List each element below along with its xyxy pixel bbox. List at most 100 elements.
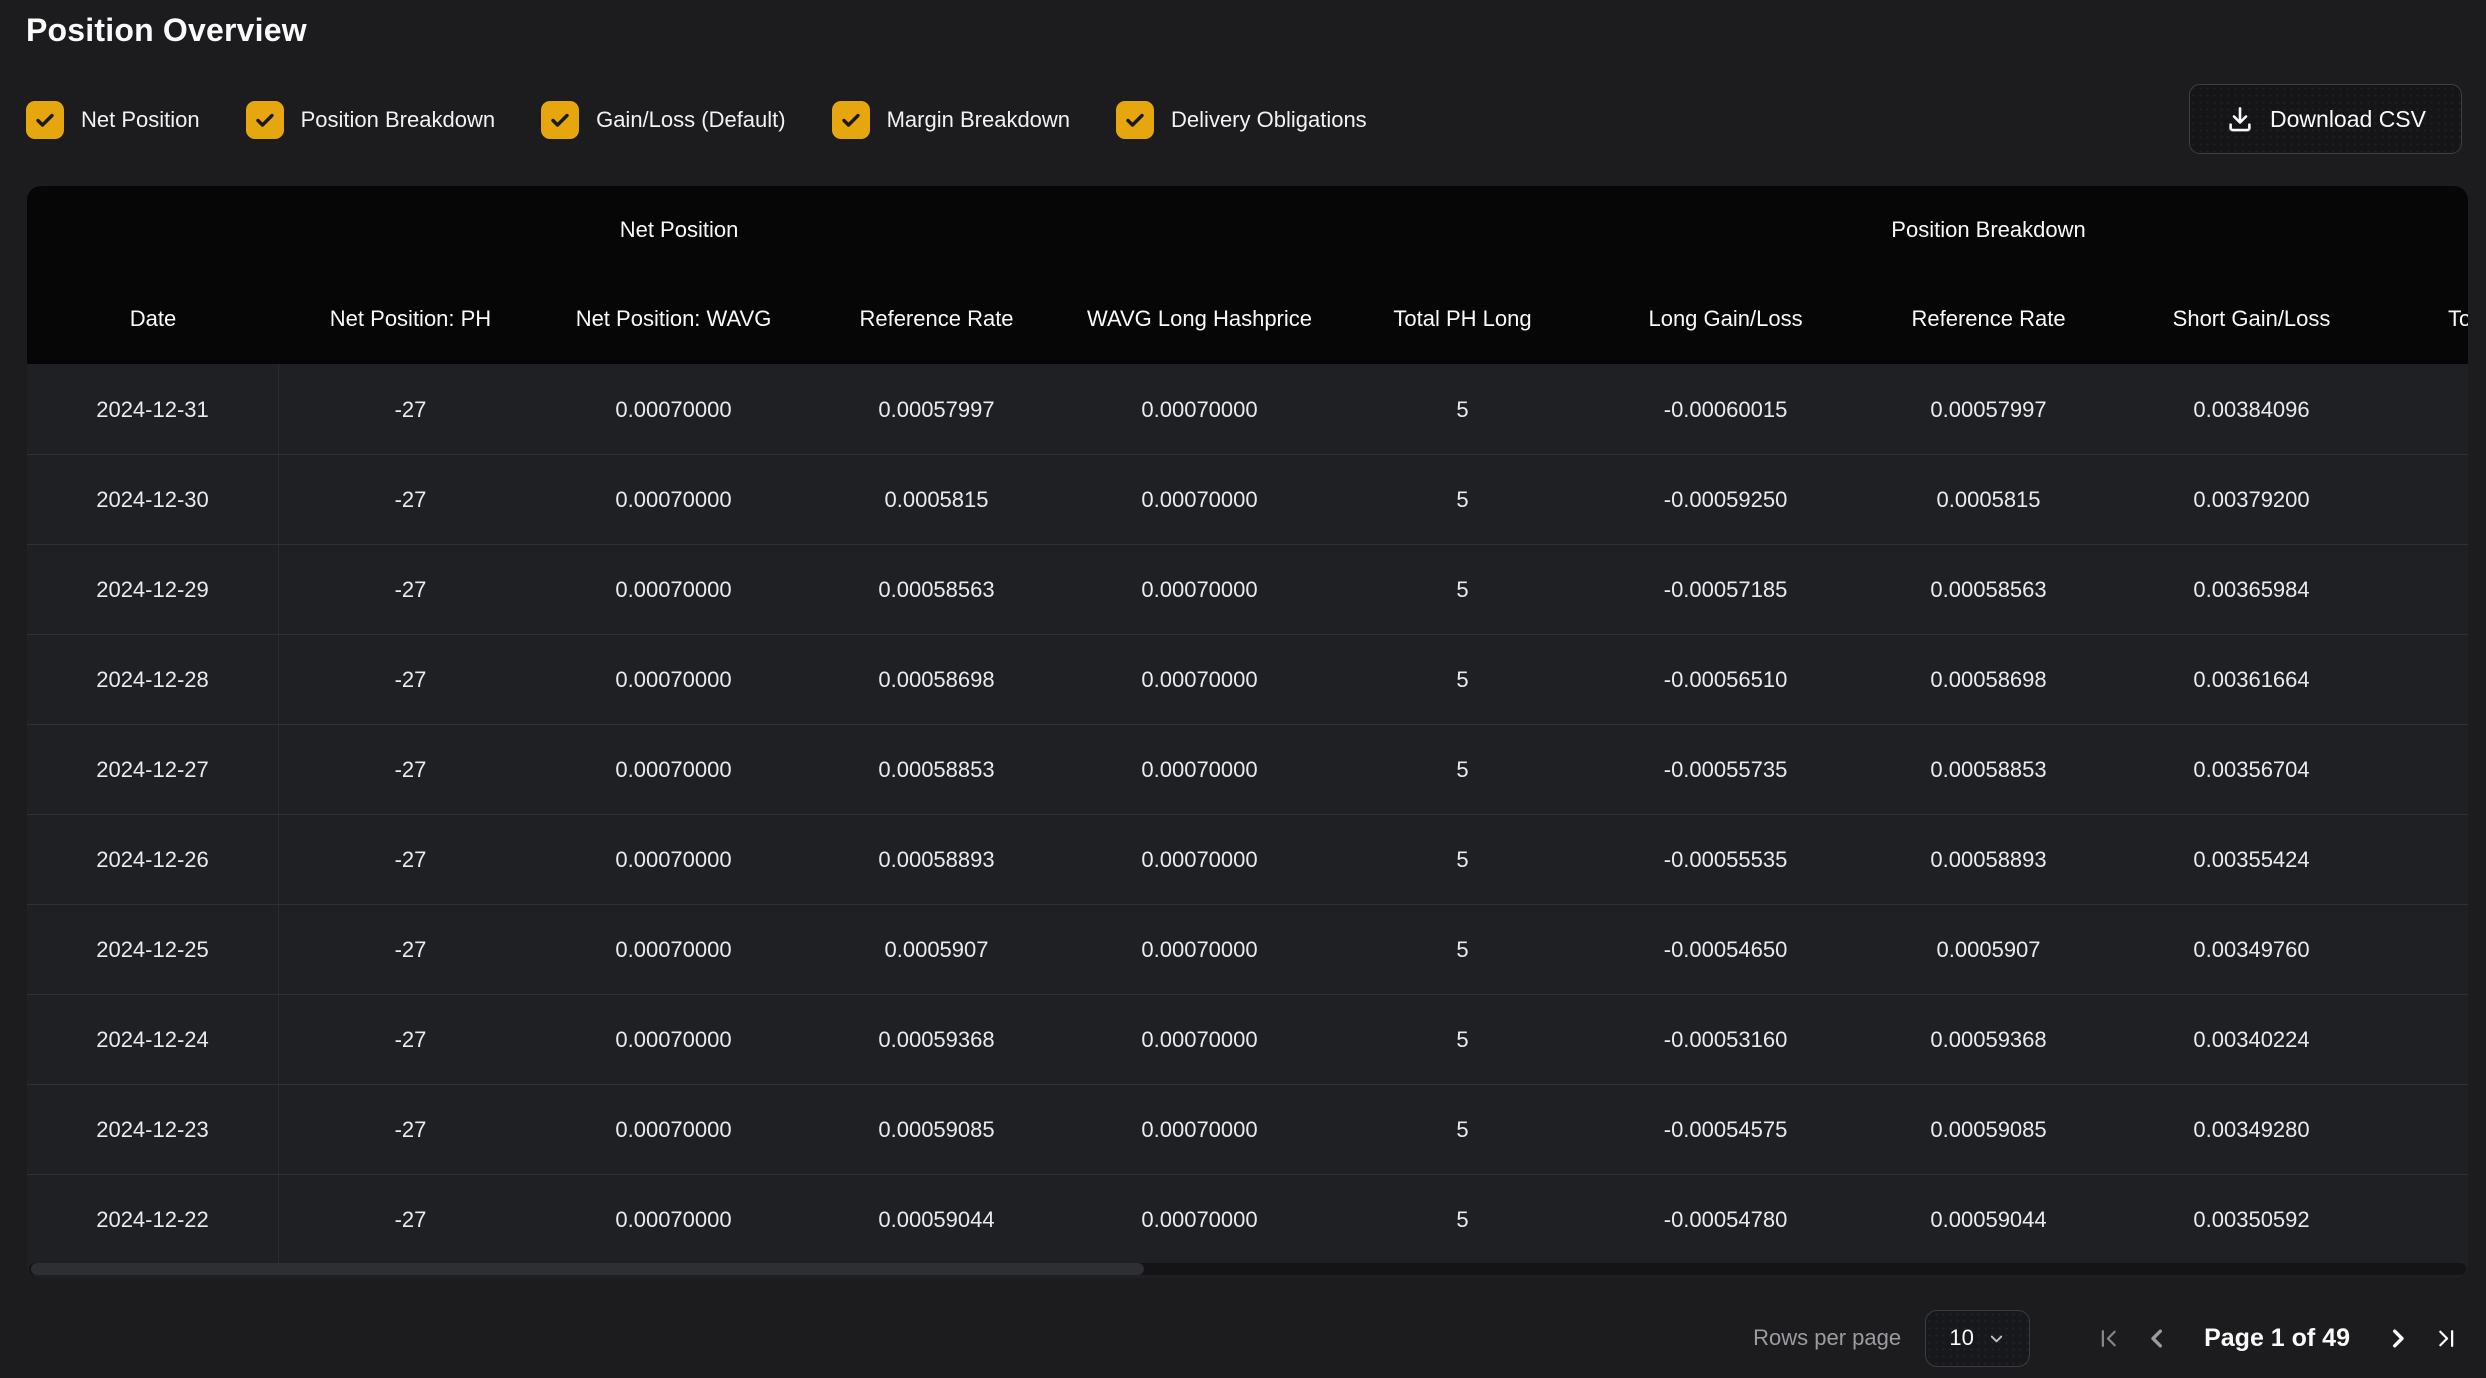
value-cell: 0.00058853 xyxy=(1857,724,2120,814)
checked-checkbox-icon[interactable] xyxy=(541,101,579,139)
column-header-reference-rate-2: Reference Rate xyxy=(1857,274,2120,364)
value-cell: -27 xyxy=(279,544,542,634)
value-cell xyxy=(2383,1084,2468,1174)
table-row: 2024-12-25-270.000700000.00059070.000700… xyxy=(27,904,2468,994)
value-cell: 5 xyxy=(1331,364,1594,454)
checkbox-position-breakdown[interactable]: Position Breakdown xyxy=(246,101,495,139)
value-cell: 0.00070000 xyxy=(1068,814,1331,904)
value-cell: 0.00070000 xyxy=(542,724,805,814)
value-cell: 5 xyxy=(1331,724,1594,814)
horizontal-scrollbar-thumb[interactable] xyxy=(31,1263,1144,1275)
value-cell: 0.00058563 xyxy=(805,544,1068,634)
value-cell: -0.00060015 xyxy=(1594,364,1857,454)
value-cell: 0.00379200 xyxy=(2120,454,2383,544)
value-cell xyxy=(2383,364,2468,454)
value-cell: 0.00070000 xyxy=(1068,1084,1331,1174)
value-cell: -0.00054780 xyxy=(1594,1174,1857,1264)
checked-checkbox-icon[interactable] xyxy=(26,101,64,139)
column-header-short-gain-loss: Short Gain/Loss xyxy=(2120,274,2383,364)
column-group-header-row: Net Position Position Breakdown xyxy=(27,186,2468,274)
last-page-button[interactable] xyxy=(2432,1324,2460,1352)
checked-checkbox-icon[interactable] xyxy=(832,101,870,139)
first-page-icon xyxy=(2095,1325,2122,1352)
value-cell: 0.00361664 xyxy=(2120,634,2383,724)
value-cell: 0.00059368 xyxy=(805,994,1068,1084)
table-body: 2024-12-31-270.000700000.000579970.00070… xyxy=(27,364,2468,1264)
download-icon xyxy=(2225,104,2255,134)
checkbox-delivery-obligations[interactable]: Delivery Obligations xyxy=(1116,101,1367,139)
value-cell: 5 xyxy=(1331,1174,1594,1264)
date-cell: 2024-12-29 xyxy=(27,544,279,634)
checkbox-margin-breakdown[interactable]: Margin Breakdown xyxy=(832,101,1070,139)
pagination-bar: Rows per page 10 Page 1 of 49 xyxy=(1753,1309,2460,1367)
table-row: 2024-12-26-270.000700000.000588930.00070… xyxy=(27,814,2468,904)
column-toggle-toolbar: Net Position Position Breakdown Gain/Los… xyxy=(26,100,1367,140)
next-page-button[interactable] xyxy=(2383,1324,2411,1352)
value-cell: -27 xyxy=(279,814,542,904)
column-header-row: Date Net Position: PH Net Position: WAVG… xyxy=(27,274,2468,364)
checkbox-label: Gain/Loss (Default) xyxy=(596,107,786,133)
value-cell: 5 xyxy=(1331,994,1594,1084)
value-cell: 0.00059044 xyxy=(1857,1174,2120,1264)
date-cell: 2024-12-28 xyxy=(27,634,279,724)
checkbox-net-position[interactable]: Net Position xyxy=(26,101,200,139)
value-cell: 0.00070000 xyxy=(1068,634,1331,724)
checked-checkbox-icon[interactable] xyxy=(246,101,284,139)
value-cell: 0.00384096 xyxy=(2120,364,2383,454)
date-cell: 2024-12-23 xyxy=(27,1084,279,1174)
value-cell: -0.00054650 xyxy=(1594,904,1857,994)
value-cell: 0.00070000 xyxy=(542,1084,805,1174)
value-cell: -0.00054575 xyxy=(1594,1084,1857,1174)
value-cell: 0.00058698 xyxy=(1857,634,2120,724)
value-cell: -27 xyxy=(279,454,542,544)
chevron-left-icon xyxy=(2144,1325,2171,1352)
date-cell: 2024-12-30 xyxy=(27,454,279,544)
value-cell: -27 xyxy=(279,1174,542,1264)
column-header-total-ph-long: Total PH Long xyxy=(1331,274,1594,364)
table-row: 2024-12-31-270.000700000.000579970.00070… xyxy=(27,364,2468,454)
chevron-down-icon xyxy=(1987,1329,2006,1348)
checked-checkbox-icon[interactable] xyxy=(1116,101,1154,139)
value-cell: 0.00058853 xyxy=(805,724,1068,814)
chevron-right-icon xyxy=(2384,1325,2411,1352)
table-row: 2024-12-23-270.000700000.000590850.00070… xyxy=(27,1084,2468,1174)
checkbox-gain-loss-default[interactable]: Gain/Loss (Default) xyxy=(541,101,786,139)
first-page-button[interactable] xyxy=(2094,1324,2122,1352)
rows-per-page-select[interactable]: 10 xyxy=(1925,1310,2030,1367)
value-cell: -27 xyxy=(279,724,542,814)
value-cell: 0.00356704 xyxy=(2120,724,2383,814)
value-cell: -27 xyxy=(279,634,542,724)
value-cell: 0.00059085 xyxy=(805,1084,1068,1174)
value-cell: 0.00058698 xyxy=(805,634,1068,724)
check-icon xyxy=(839,108,863,132)
value-cell: 0.00070000 xyxy=(542,1174,805,1264)
value-cell: 0.00349760 xyxy=(2120,904,2383,994)
page-status: Page 1 of 49 xyxy=(2204,1324,2350,1353)
value-cell: -0.00059250 xyxy=(1594,454,1857,544)
download-csv-button[interactable]: Download CSV xyxy=(2189,84,2462,154)
value-cell: 0.00070000 xyxy=(1068,544,1331,634)
value-cell: -27 xyxy=(279,994,542,1084)
value-cell: 0.0005815 xyxy=(805,454,1068,544)
checkbox-label: Position Breakdown xyxy=(301,107,495,133)
date-cell: 2024-12-22 xyxy=(27,1174,279,1264)
value-cell: 0.00365984 xyxy=(2120,544,2383,634)
table-row: 2024-12-28-270.000700000.000586980.00070… xyxy=(27,634,2468,724)
checkbox-label: Margin Breakdown xyxy=(887,107,1070,133)
checkbox-label: Delivery Obligations xyxy=(1171,107,1367,133)
value-cell: 0.00070000 xyxy=(1068,454,1331,544)
checkbox-label: Net Position xyxy=(81,107,200,133)
value-cell: 0.0005907 xyxy=(805,904,1068,994)
value-cell: 0.00059368 xyxy=(1857,994,2120,1084)
table-row: 2024-12-30-270.000700000.00058150.000700… xyxy=(27,454,2468,544)
date-cell: 2024-12-24 xyxy=(27,994,279,1084)
value-cell: -27 xyxy=(279,904,542,994)
previous-page-button[interactable] xyxy=(2143,1324,2171,1352)
value-cell xyxy=(2383,1174,2468,1264)
download-csv-label: Download CSV xyxy=(2270,106,2426,133)
horizontal-scrollbar-track[interactable] xyxy=(29,1263,2466,1275)
value-cell: 0.00070000 xyxy=(1068,724,1331,814)
rows-per-page-value: 10 xyxy=(1949,1325,1973,1351)
value-cell: 0.0005907 xyxy=(1857,904,2120,994)
column-header-net-position-wavg: Net Position: WAVG xyxy=(542,274,805,364)
